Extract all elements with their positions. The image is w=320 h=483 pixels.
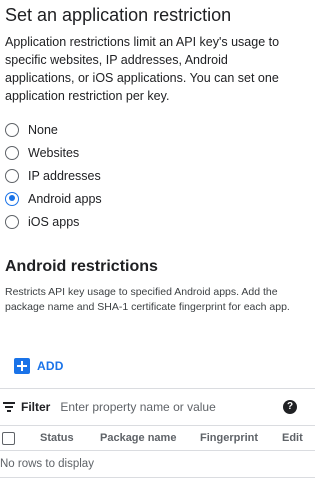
filter-bar: Filter ? [0, 395, 315, 419]
radio-option-android-apps[interactable]: Android apps [5, 187, 305, 210]
radio-option-ip-addresses[interactable]: IP addresses [5, 164, 305, 187]
radio-button-selected[interactable] [5, 191, 19, 206]
help-icon[interactable]: ? [283, 400, 297, 414]
radio-button[interactable] [5, 168, 19, 183]
column-header-status[interactable]: Status [40, 426, 74, 450]
radio-option-none[interactable]: None [5, 118, 305, 141]
radio-label: iOS apps [28, 214, 80, 229]
android-restrictions-title: Android restrictions [5, 258, 158, 275]
filter-label: Filter [21, 400, 51, 414]
radio-option-websites[interactable]: Websites [5, 141, 305, 164]
radio-label: Websites [28, 145, 80, 160]
restriction-description: Application restrictions limit an API ke… [5, 35, 280, 103]
table-header: Status Package name Fingerprint Edit [0, 425, 315, 451]
add-button[interactable]: ADD [14, 356, 64, 376]
radio-button[interactable] [5, 122, 19, 137]
column-header-package-name[interactable]: Package name [100, 426, 176, 450]
column-header-edit: Edit [282, 432, 303, 444]
android-restrictions-description: Restricts API key usage to specified And… [5, 286, 290, 313]
add-button-label: ADD [37, 359, 64, 373]
divider [0, 388, 315, 389]
radio-label: None [28, 122, 58, 137]
radio-label: Android apps [28, 191, 102, 206]
select-all-checkbox[interactable] [2, 432, 15, 445]
restriction-radio-group: None Websites IP addresses Android apps … [5, 118, 305, 233]
column-header-fingerprint[interactable]: Fingerprint [200, 426, 258, 450]
radio-button[interactable] [5, 214, 19, 229]
radio-button[interactable] [5, 145, 19, 160]
section-title: Set an application restriction [5, 5, 232, 25]
radio-label: IP addresses [28, 168, 101, 183]
filter-input[interactable] [60, 400, 266, 414]
empty-table-message: No rows to display [0, 451, 315, 478]
filter-icon [3, 402, 15, 412]
radio-option-ios-apps[interactable]: iOS apps [5, 210, 305, 233]
add-box-icon [14, 358, 30, 374]
